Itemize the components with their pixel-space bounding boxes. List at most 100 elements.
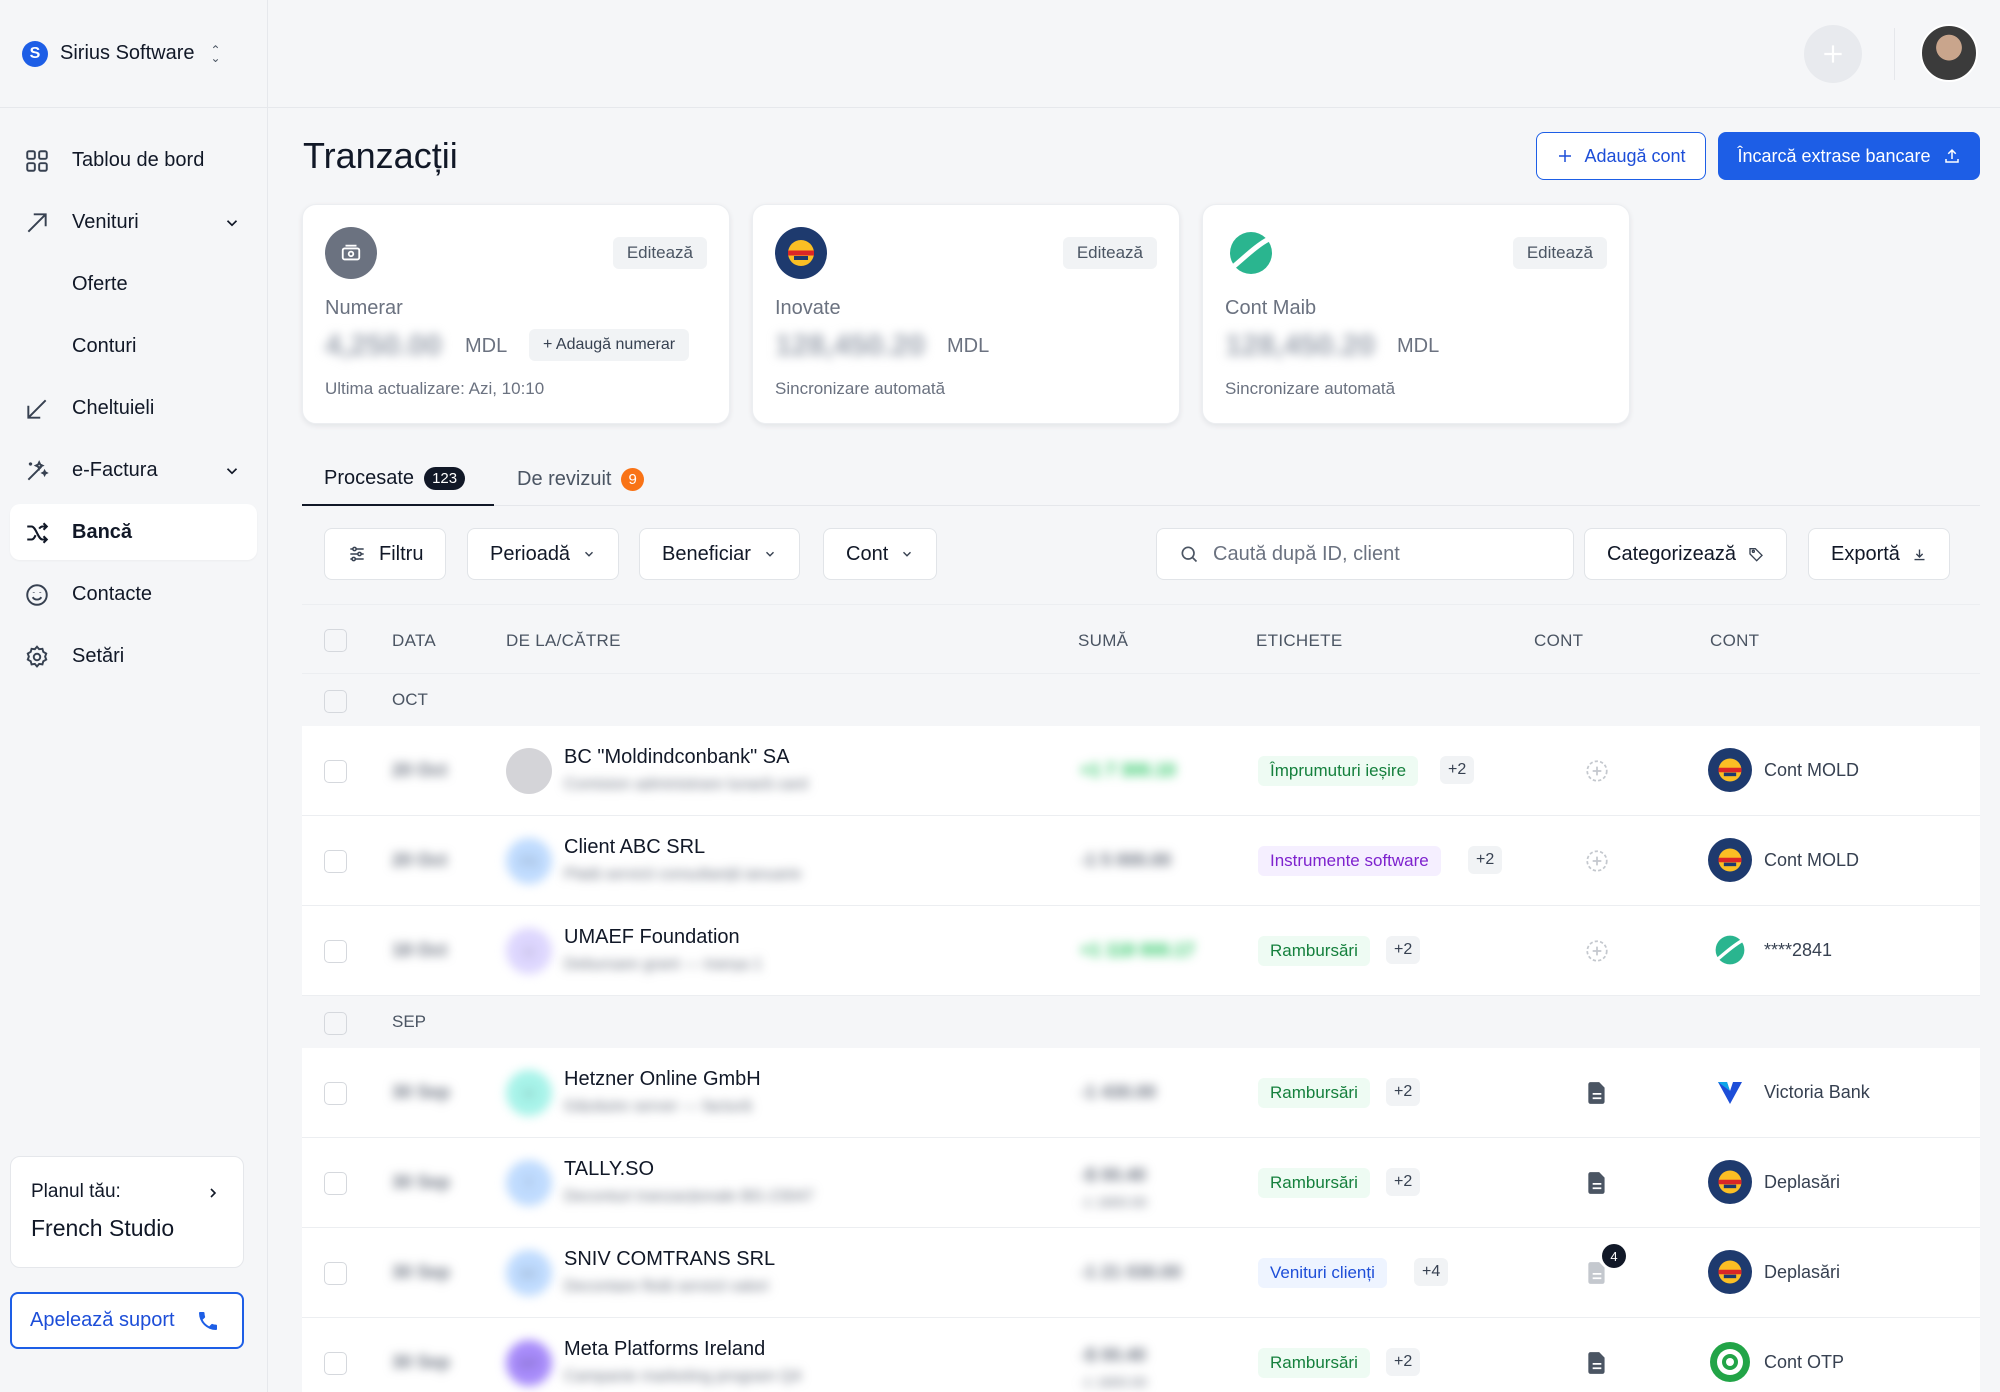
add-account-button[interactable]: Adaugă cont [1536,132,1706,180]
tag-badge[interactable]: Rambursări [1258,1078,1370,1108]
shuffle-icon [27,522,49,544]
more-tags-badge[interactable]: +4 [1414,1258,1449,1286]
document-icon[interactable] [1584,1170,1610,1196]
document-icon[interactable] [1584,1350,1610,1376]
account-dropdown[interactable]: Cont [823,528,938,580]
column-header-party[interactable]: DE LA/CĂTRE [506,631,621,651]
user-avatar[interactable] [1920,24,1978,82]
beneficiary-dropdown[interactable]: Beneficiar [639,528,800,580]
sidebar-item-dashboard[interactable]: Tablou de bord [10,132,257,188]
transaction-date: 20 Oct [392,760,448,780]
row-checkbox[interactable] [324,1352,347,1375]
account-card-maib: Editează Cont Maib 128,450.20 MDL Sincro… [1202,204,1630,424]
more-tags-badge[interactable]: +2 [1440,756,1475,784]
period-dropdown[interactable]: Perioadă [467,528,620,580]
org-name: Sirius Software [60,42,195,64]
select-all-checkbox[interactable] [324,629,347,652]
call-support-button[interactable]: Apelează suport [10,1292,244,1349]
sidebar-item-expenses[interactable]: Cheltuieli [10,380,257,436]
chevron-down-icon [903,551,912,557]
table-row[interactable]: 30 Sep T TALLY.SO Deconturi tranzacționa… [302,1138,1980,1228]
categorize-button[interactable]: Categorizează [1584,528,1787,580]
tag-badge[interactable]: Instrumente software [1258,846,1441,876]
add-cash-button[interactable]: + Adaugă numerar [529,329,690,361]
transaction-amount: -$ 00.40 -1 1800.00 [1080,1342,1147,1392]
party-avatar: T [506,1160,552,1206]
add-attachment-icon[interactable] [1584,938,1610,964]
tab-to-review[interactable]: De revizuit 9 [517,452,644,506]
column-header-date[interactable]: DATA [392,631,436,651]
row-checkbox[interactable] [324,1172,347,1195]
row-checkbox[interactable] [324,1262,347,1285]
party-name: SNIV COMTRANS SRL [564,1248,776,1270]
table-row[interactable]: 30 Sep MP Meta Platforms Ireland Campani… [302,1318,1980,1392]
more-tags-badge[interactable]: +2 [1386,1348,1421,1376]
tag-badge[interactable]: Venituri clienți [1258,1258,1387,1288]
party-name: BC "Moldindconbank" SA [564,746,790,768]
more-tags-badge[interactable]: +2 [1468,846,1503,874]
row-checkbox[interactable] [324,850,347,873]
add-attachment-icon[interactable] [1584,758,1610,784]
more-tags-badge[interactable]: +2 [1386,936,1421,964]
transaction-description: Campanie marketing program Q4 [564,1368,802,1385]
table-row[interactable]: 20 Oct FS Client ABC SRL Plată servicii … [302,816,1980,906]
row-checkbox[interactable] [324,760,347,783]
table-row[interactable]: 20 Oct BC "Moldindconbank" SA Comision a… [302,726,1980,816]
tag-icon [1749,548,1763,562]
account-footer: Ultima actualizare: Azi, 10:10 [325,379,545,398]
maib-logo-icon [1225,227,1277,279]
sidebar-item-label: Oferte [72,272,128,295]
group-checkbox[interactable] [324,690,347,713]
edit-account-button[interactable]: Editează [1062,237,1157,269]
filter-button[interactable]: Filtru [324,528,447,580]
gear-icon [26,645,48,668]
more-tags-badge[interactable]: +2 [1386,1078,1421,1106]
plan-name: French Studio [31,1215,175,1241]
tab-count-badge: 123 [424,466,466,490]
quick-add-button[interactable] [1804,25,1862,83]
sidebar-item-offers[interactable]: Oferte [10,256,257,312]
column-header-tags[interactable]: ETICHETE [1256,631,1342,651]
table-header: DATA DE LA/CĂTRE SUMĂ ETICHETE CONT CONT [302,604,1980,674]
column-header-status[interactable]: CONT [1534,631,1583,651]
sidebar-item-income[interactable]: Venituri [10,194,257,250]
sidebar-item-accounts[interactable]: Conturi [10,318,257,374]
row-checkbox[interactable] [324,1082,347,1105]
column-header-amount[interactable]: SUMĂ [1078,631,1128,651]
tag-badge[interactable]: Rambursări [1258,936,1370,966]
export-button[interactable]: Exportă [1808,528,1950,580]
table-row[interactable]: 30 Sep H Hetzner Online GmbH Găzduire se… [302,1048,1980,1138]
org-switcher[interactable]: S Sirius Software ⌃ ⌄ [0,0,267,108]
sidebar-item-contacts[interactable]: Contacte [10,566,257,622]
tag-badge[interactable]: Împrumuturi ieșire [1258,756,1419,786]
sidebar-nav: Tablou de bord Venituri Oferte Conturi C… [0,108,267,684]
account-card-cash: Editează Numerar 4,250.00 MDL + Adaugă n… [302,204,730,424]
add-account-label: Adaugă cont [1584,145,1686,166]
export-label: Exportă [1831,542,1900,565]
sidebar-item-bank[interactable]: Bancă [10,504,257,560]
table-row[interactable]: 18 Oct U UMAEF Foundation Debursare gran… [302,906,1980,996]
amount-primary: -$ 00.40 [1080,1345,1147,1365]
column-header-account[interactable]: CONT [1710,631,1759,651]
chevron-down-icon [226,220,238,227]
add-attachment-icon[interactable] [1584,848,1610,874]
tag-badge[interactable]: Rambursări [1258,1168,1370,1198]
account-name: Deplasări [1764,1172,1841,1192]
row-checkbox[interactable] [324,940,347,963]
search-input[interactable]: Caută după ID, client [1156,528,1574,580]
victoria-bank-logo-icon [1708,1070,1752,1114]
edit-account-button[interactable]: Editează [1512,237,1607,269]
plan-card[interactable]: Planul tău: French Studio [10,1156,244,1268]
tab-processed[interactable]: Procesate 123 [302,452,494,506]
document-icon[interactable] [1584,1080,1610,1106]
group-checkbox[interactable] [324,1012,347,1035]
org-logo: S [22,40,48,67]
tag-badge[interactable]: Rambursări [1258,1348,1370,1378]
edit-account-button[interactable]: Editează [612,237,707,269]
upload-statements-button[interactable]: Încarcă extrase bancare [1718,132,1980,180]
sidebar-item-efactura[interactable]: e-Factura [10,442,257,498]
sidebar-item-settings[interactable]: Setări [10,628,257,684]
more-tags-badge[interactable]: +2 [1386,1168,1421,1196]
table-row[interactable]: 30 Sep SC SNIV COMTRANS SRL Decontare fl… [302,1228,1980,1318]
filter-label: Filtru [379,542,424,565]
